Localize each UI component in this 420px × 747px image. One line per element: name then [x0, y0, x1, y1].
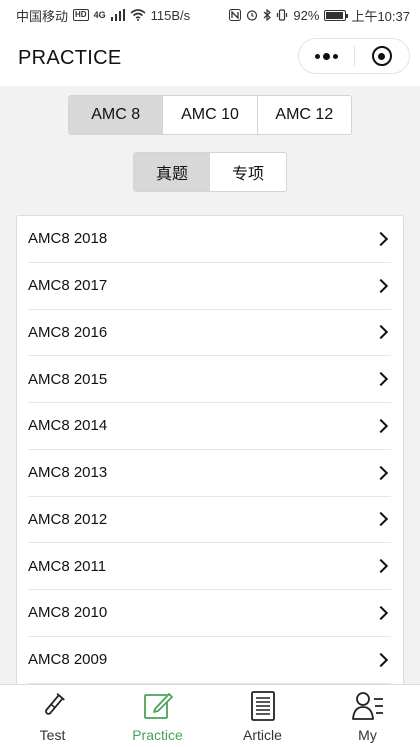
battery-percent: 92%: [293, 7, 320, 23]
close-miniprogram-button[interactable]: [355, 39, 410, 73]
list-item-label: AMC8 2016: [28, 323, 108, 341]
more-button[interactable]: [299, 39, 354, 73]
list-item-label: AMC8 2015: [28, 370, 108, 388]
chevron-right-icon: [373, 652, 389, 667]
edit-icon: [141, 690, 175, 722]
tab-bar-practice[interactable]: Practice: [105, 685, 210, 747]
wifi-icon: [130, 9, 146, 21]
chevron-right-icon: [373, 512, 389, 527]
nfc-icon: [229, 9, 242, 21]
list-item-label: AMC8 2014: [28, 417, 108, 435]
chevron-right-icon: [373, 559, 389, 574]
more-dots-icon: [314, 52, 338, 60]
tab-bar-label: Test: [39, 727, 66, 743]
level-segmented-control: AMC 8 AMC 10 AMC 12: [68, 95, 352, 135]
alarm-icon: [247, 10, 258, 21]
header: PRACTICE: [0, 30, 420, 86]
vibrate-icon: [277, 9, 288, 21]
hd-badge: HD: [73, 9, 89, 21]
list-item[interactable]: AMC8 2018: [28, 216, 391, 263]
list-item[interactable]: AMC8 2017: [28, 263, 391, 310]
carrier-name: 中国移动: [16, 8, 69, 24]
list-item-label: AMC8 2013: [28, 464, 108, 482]
list-item[interactable]: AMC8 2014: [28, 403, 391, 450]
list-item[interactable]: AMC8 2011: [28, 543, 391, 590]
mini-program-capsule: [298, 38, 410, 74]
bluetooth-icon: [264, 9, 272, 21]
list-item-label: AMC8 2011: [28, 557, 107, 575]
tab-bar-my[interactable]: My: [315, 685, 420, 747]
profile-icon: [351, 690, 385, 722]
chevron-right-icon: [373, 418, 389, 433]
type-segmented-control: 真题 专项: [133, 152, 287, 192]
list-item[interactable]: AMC8 2015: [28, 356, 391, 403]
tab-bar-label: My: [358, 727, 377, 743]
list-item[interactable]: AMC8 2016: [28, 310, 391, 357]
page-title: PRACTICE: [18, 46, 122, 69]
battery-level-fill: [326, 11, 343, 19]
network-type: 4G: [93, 10, 106, 20]
test-tube-icon: [36, 690, 70, 722]
tab-bar-label: Practice: [132, 727, 183, 743]
list-item-label: AMC8 2009: [28, 651, 108, 669]
chevron-right-icon: [373, 465, 389, 480]
list-item[interactable]: AMC8 2013: [28, 450, 391, 497]
target-circle-icon: [371, 46, 392, 66]
chevron-right-icon: [373, 372, 389, 387]
list-item[interactable]: AMC8 2010: [28, 590, 391, 637]
tab-amc-8[interactable]: AMC 8: [69, 96, 164, 134]
tab-bar-test[interactable]: Test: [0, 685, 105, 747]
clock-time: 上午10:37: [351, 8, 410, 24]
document-icon: [246, 690, 280, 722]
chevron-right-icon: [373, 278, 389, 293]
chevron-right-icon: [373, 325, 389, 340]
network-speed: 115B/s: [150, 7, 191, 23]
tab-topics[interactable]: 专项: [210, 153, 286, 191]
tab-past-papers[interactable]: 真题: [134, 153, 210, 191]
list-item-label: AMC8 2010: [28, 604, 108, 622]
battery-icon: [324, 9, 349, 21]
tab-bar-article[interactable]: Article: [210, 685, 315, 747]
list-item[interactable]: AMC8 2012: [28, 497, 391, 544]
list-item-label: AMC8 2018: [28, 230, 108, 248]
status-bar-left: 中国移动 HD 4G 115B/s: [16, 6, 190, 25]
tab-bar: Test Practice Article My: [0, 684, 420, 747]
chevron-right-icon: [373, 605, 389, 620]
list-item-label: AMC8 2012: [28, 510, 108, 528]
tab-amc-12[interactable]: AMC 12: [258, 96, 351, 134]
list-item-label: AMC8 2017: [28, 277, 108, 295]
tab-amc-10[interactable]: AMC 10: [163, 96, 258, 134]
signal-icon: [110, 9, 125, 21]
status-bar-right: 92% 上午10:37: [229, 6, 410, 25]
chevron-right-icon: [373, 231, 389, 246]
list-item[interactable]: AMC8 2009: [28, 637, 391, 684]
tab-bar-label: Article: [243, 727, 282, 743]
status-bar: 中国移动 HD 4G 115B/s 92% 上午10:37: [0, 0, 420, 30]
exam-list: AMC8 2018 AMC8 2017 AMC8 2016 AMC8 2015 AMC8…: [16, 215, 404, 684]
